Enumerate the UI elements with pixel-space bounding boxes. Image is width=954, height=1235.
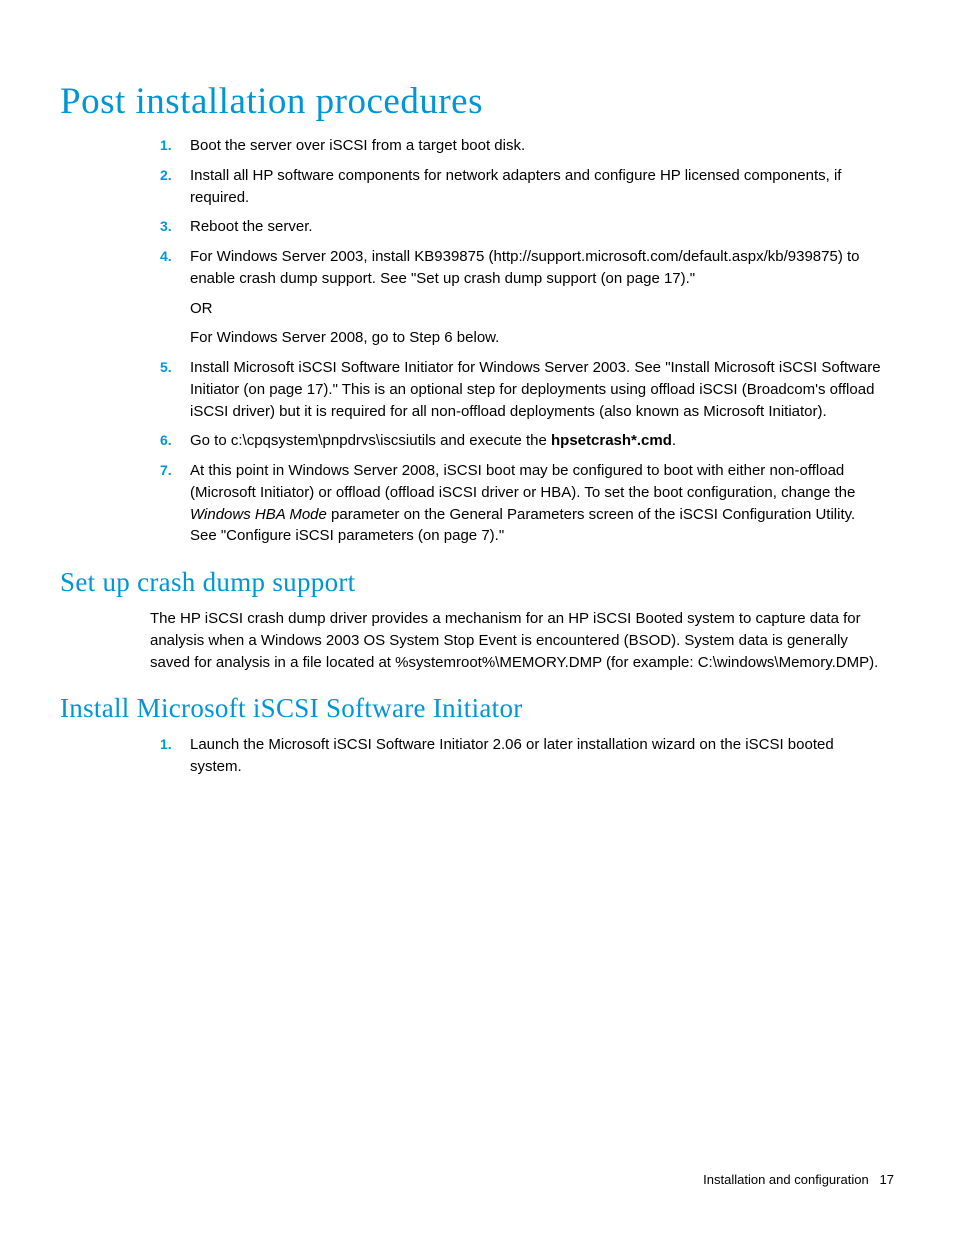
list-item: 2. Install all HP software components fo… [160, 165, 884, 209]
list-text: Launch the Microsoft iSCSI Software Init… [190, 736, 834, 775]
list-text: Reboot the server. [190, 218, 313, 235]
list-item: 4. For Windows Server 2003, install KB93… [160, 246, 884, 349]
list-number: 6. [160, 430, 172, 450]
list-subtext: OR [190, 298, 884, 320]
footer-page-number: 17 [880, 1172, 894, 1187]
list-text: Install Microsoft iSCSI Software Initiat… [190, 359, 881, 420]
procedure-list-2: 1. Launch the Microsoft iSCSI Software I… [160, 734, 884, 778]
list-item: 1. Boot the server over iSCSI from a tar… [160, 135, 884, 157]
page-footer: Installation and configuration 17 [703, 1172, 894, 1187]
list-subtext: For Windows Server 2008, go to Step 6 be… [190, 327, 884, 349]
list-item: 7. At this point in Windows Server 2008,… [160, 460, 884, 547]
list-number: 5. [160, 357, 172, 377]
list-number: 4. [160, 246, 172, 266]
list-text: Go to c:\cpqsystem\pnpdrvs\iscsiutils an… [190, 432, 676, 449]
section-heading: Set up crash dump support [60, 567, 894, 598]
list-item: 5. Install Microsoft iSCSI Software Init… [160, 357, 884, 422]
list-item: 6. Go to c:\cpqsystem\pnpdrvs\iscsiutils… [160, 430, 884, 452]
list-text: Install all HP software components for n… [190, 167, 841, 206]
list-item: 3. Reboot the server. [160, 216, 884, 238]
list-item: 1. Launch the Microsoft iSCSI Software I… [160, 734, 884, 778]
footer-section: Installation and configuration [703, 1172, 869, 1187]
list-number: 3. [160, 216, 172, 236]
list-number: 1. [160, 135, 172, 155]
body-paragraph: The HP iSCSI crash dump driver provides … [150, 608, 884, 673]
list-text: Boot the server over iSCSI from a target… [190, 137, 525, 154]
bold-text: hpsetcrash*.cmd [551, 432, 672, 449]
section-heading: Install Microsoft iSCSI Software Initiat… [60, 693, 894, 724]
italic-text: Windows HBA Mode [190, 506, 327, 523]
list-text: For Windows Server 2003, install KB93987… [190, 248, 860, 287]
list-number: 2. [160, 165, 172, 185]
list-number: 7. [160, 460, 172, 480]
list-text: At this point in Windows Server 2008, iS… [190, 462, 855, 544]
procedure-list-1: 1. Boot the server over iSCSI from a tar… [160, 135, 884, 547]
list-number: 1. [160, 734, 172, 754]
page-heading: Post installation procedures [60, 80, 894, 123]
